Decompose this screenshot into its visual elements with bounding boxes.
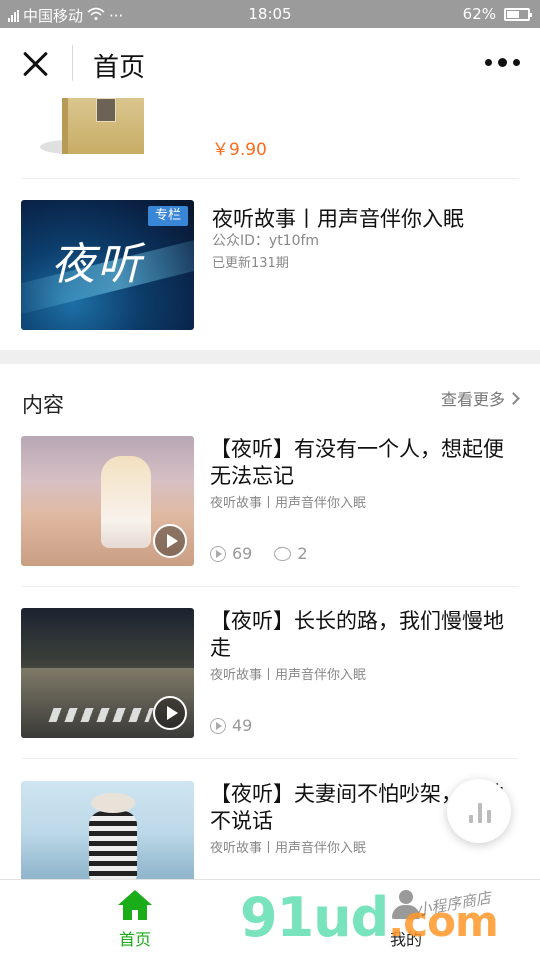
status-time: 18:05 bbox=[248, 5, 292, 23]
see-more-label: 查看更多 bbox=[440, 390, 505, 409]
close-icon[interactable] bbox=[22, 50, 50, 78]
battery-icon bbox=[504, 7, 532, 21]
album-updated-count: 已更新131期 bbox=[212, 256, 289, 271]
header-divider bbox=[72, 45, 73, 81]
play-count: 49 bbox=[232, 716, 253, 735]
nav-header: 首页 bbox=[0, 28, 540, 98]
home-icon bbox=[118, 890, 152, 920]
divider bbox=[22, 586, 518, 587]
album-cover-text: 夜听 bbox=[51, 239, 143, 290]
section-separator bbox=[0, 350, 540, 364]
album-tag-badge: 专栏 bbox=[148, 206, 188, 226]
play-icon[interactable] bbox=[153, 696, 187, 730]
play-icon[interactable] bbox=[153, 524, 187, 558]
item-thumbnail[interactable] bbox=[21, 436, 194, 566]
divider bbox=[22, 178, 518, 179]
status-bar: 中国移动 ··· 18:05 62% bbox=[0, 0, 540, 28]
play-count-icon bbox=[210, 545, 226, 562]
more-options-icon[interactable] bbox=[485, 58, 520, 67]
page-title: 首页 bbox=[93, 53, 146, 83]
item-source: 夜听故事丨用声音伴你入眠 bbox=[210, 668, 367, 683]
chevron-right-icon bbox=[507, 391, 520, 405]
product-image[interactable] bbox=[62, 98, 144, 154]
item-source: 夜听故事丨用声音伴你入眠 bbox=[210, 496, 367, 511]
audio-bars-icon bbox=[469, 799, 491, 823]
see-more-link[interactable]: 查看更多 bbox=[440, 386, 520, 410]
item-thumbnail[interactable] bbox=[21, 608, 194, 738]
divider bbox=[22, 758, 518, 759]
tab-mine-label: 我的 bbox=[389, 930, 422, 949]
item-title[interactable]: 【夜听】长长的路，我们慢慢地走 bbox=[210, 608, 520, 662]
list-item[interactable]: 【夜听】长长的路，我们慢慢地走 夜听故事丨用声音伴你入眠 49 bbox=[0, 608, 540, 768]
play-count: 69 bbox=[232, 544, 253, 563]
comment-count: 2 bbox=[297, 544, 308, 563]
battery-percent: 62% bbox=[462, 5, 496, 23]
list-item[interactable]: 【夜听】有没有一个人，想起便无法忘记 夜听故事丨用声音伴你入眠 69 2 bbox=[0, 436, 540, 596]
content-section-title: 内容 bbox=[22, 393, 64, 417]
album-title[interactable]: 夜听故事丨用声音伴你入眠 bbox=[212, 203, 464, 233]
book-portrait bbox=[96, 98, 116, 122]
item-title[interactable]: 【夜听】有没有一个人，想起便无法忘记 bbox=[210, 436, 520, 490]
product-price: ￥9.90 bbox=[212, 140, 267, 160]
play-count-icon bbox=[210, 717, 226, 734]
album-account-id: 公众ID：yt10fm bbox=[212, 233, 320, 249]
floating-audio-button[interactable] bbox=[447, 779, 511, 843]
comment-icon bbox=[274, 543, 292, 561]
item-source: 夜听故事丨用声音伴你入眠 bbox=[210, 841, 367, 856]
tab-home-label: 首页 bbox=[118, 930, 151, 949]
tab-home[interactable]: 首页 bbox=[85, 890, 185, 950]
